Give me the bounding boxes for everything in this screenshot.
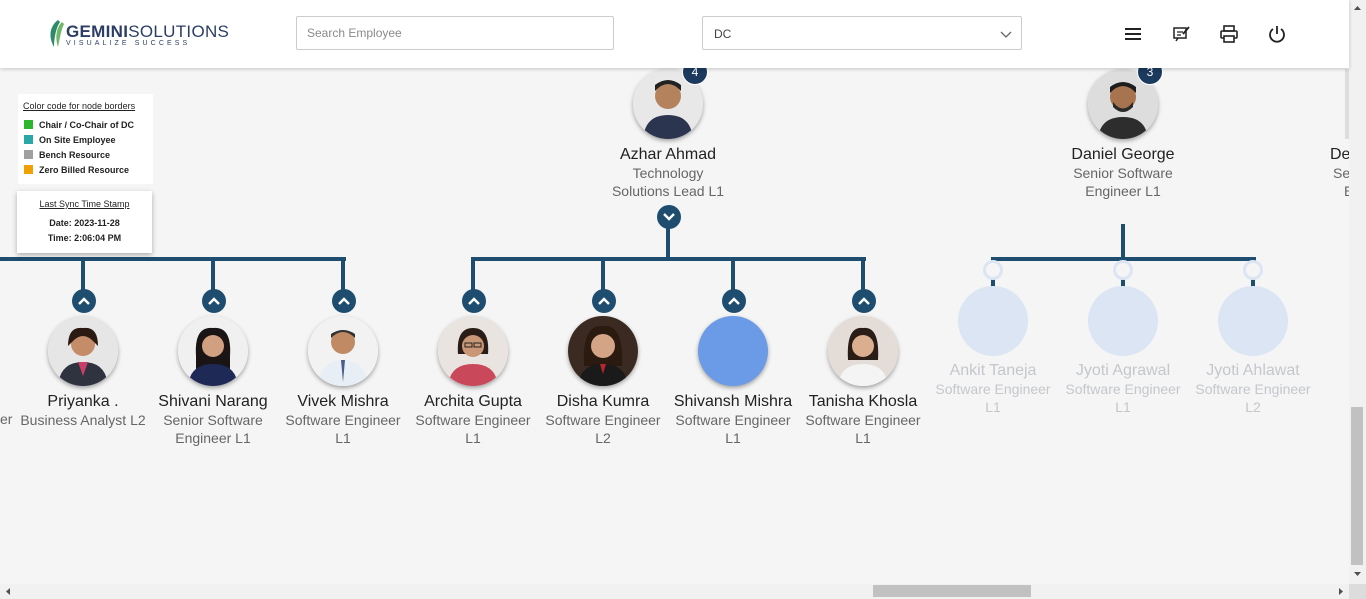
- scroll-left-arrow-icon[interactable]: [2, 584, 14, 599]
- employee-role: Business Analyst L2: [20, 412, 146, 428]
- legend-item-bench: Bench Resource: [24, 150, 110, 160]
- scroll-down-arrow-icon[interactable]: [1349, 568, 1366, 580]
- employee-name: Azhar Ahmad: [619, 146, 717, 163]
- chevron-up-icon: [858, 297, 870, 305]
- avatar: [438, 316, 508, 386]
- employee-role: Software Engineer L1: [935, 381, 1051, 415]
- sync-timestamp-card: Last Sync Time Stamp Date: 2023-11-28 Ti…: [17, 191, 152, 253]
- connector-line: [601, 257, 605, 291]
- brand-name: GEMINISOLUTIONS: [66, 22, 230, 41]
- sync-time: Time: 2:06:04 PM: [47, 233, 122, 243]
- expand-toggle[interactable]: [852, 289, 876, 313]
- employee-role: Software Engineer L1: [805, 412, 921, 446]
- expand-toggle[interactable]: [462, 289, 486, 313]
- vertical-scroll-thumb[interactable]: [1351, 407, 1363, 565]
- avatar: [568, 316, 638, 386]
- employee-role: Technology Solutions Lead L1: [611, 165, 725, 199]
- employee-role: Senior Software Engineer L1: [163, 412, 263, 446]
- chevron-up-icon: [598, 297, 610, 305]
- sync-date: Date: 2023-11-28: [49, 218, 120, 228]
- connector-line: [1121, 224, 1125, 259]
- chevron-up-icon: [338, 297, 350, 305]
- leaf-logo-icon: [50, 20, 64, 47]
- feedback-icon[interactable]: [1171, 24, 1191, 44]
- connector-line: [861, 257, 865, 291]
- avatar: [48, 316, 118, 386]
- legend-title: Color code for node borders: [23, 101, 136, 111]
- employee-name: Jyoti Ahlawat: [1206, 362, 1300, 379]
- horizontal-scrollbar[interactable]: [0, 584, 1349, 599]
- avatar-placeholder: [1088, 286, 1158, 356]
- legend-item-zero-billed: Zero Billed Resource: [24, 165, 129, 175]
- legend-item-onsite: On Site Employee: [24, 135, 116, 145]
- connector-line: [471, 257, 475, 291]
- employee-name: De: [1330, 146, 1351, 163]
- scroll-up-arrow-icon[interactable]: [1349, 2, 1366, 14]
- connector-line: [471, 257, 866, 261]
- chevron-up-icon: [78, 297, 90, 305]
- connector-line: [0, 257, 346, 261]
- department-select-value: DC: [714, 27, 732, 41]
- top-header: GEMINISOLUTIONS VISUALIZE SUCCESS DC: [0, 0, 1349, 68]
- avatar-placeholder: [1218, 286, 1288, 356]
- chevron-up-icon: [728, 297, 740, 305]
- employee-role: Software Engineer L1: [285, 412, 401, 446]
- connector-line: [731, 257, 735, 291]
- employee-role: Software Engineer L2: [1195, 381, 1311, 415]
- collapse-toggle[interactable]: [657, 205, 681, 229]
- expand-toggle[interactable]: [592, 289, 616, 313]
- avatar: [178, 316, 248, 386]
- employee-role: Software Engineer L1: [675, 412, 791, 446]
- department-select[interactable]: DC: [702, 16, 1022, 50]
- print-icon[interactable]: [1219, 24, 1239, 44]
- chevron-up-icon: [468, 297, 480, 305]
- vertical-scrollbar[interactable]: [1349, 0, 1366, 584]
- employee-name: Tanisha Khosla: [808, 393, 918, 410]
- brand-tagline: VISUALIZE SUCCESS: [66, 40, 191, 47]
- avatar: [828, 316, 898, 386]
- employee-role: Software Engineer L1: [1065, 381, 1181, 415]
- employee-role: Software Engineer L2: [545, 412, 661, 446]
- sync-title: Last Sync Time Stamp: [39, 199, 130, 209]
- color-legend: Color code for node borders Chair / Co-C…: [18, 94, 153, 184]
- horizontal-scroll-thumb[interactable]: [873, 585, 1031, 597]
- connector-line: [666, 228, 670, 259]
- expand-toggle[interactable]: [1243, 260, 1263, 280]
- expand-toggle[interactable]: [983, 260, 1003, 280]
- employee-name: Daniel George: [1071, 146, 1175, 163]
- expand-toggle[interactable]: [202, 289, 226, 313]
- search-employee-input[interactable]: [296, 16, 614, 50]
- gemini-logo[interactable]: GEMINISOLUTIONS VISUALIZE SUCCESS: [46, 18, 229, 50]
- connector-line: [211, 257, 215, 291]
- employee-role: Senior Software Engineer L1: [1073, 165, 1173, 199]
- connector-line: [81, 257, 85, 291]
- avatar-placeholder: [958, 286, 1028, 356]
- legend-item-chair: Chair / Co-Chair of DC: [24, 120, 134, 130]
- power-icon[interactable]: [1267, 24, 1287, 44]
- menu-icon[interactable]: [1123, 24, 1143, 44]
- employee-role-partial: er: [0, 411, 13, 427]
- scrollbar-corner: [1349, 584, 1366, 599]
- employee-role: Software Engineer L1: [415, 412, 531, 446]
- expand-toggle[interactable]: [332, 289, 356, 313]
- scroll-right-arrow-icon[interactable]: [1335, 584, 1347, 599]
- chevron-down-icon: [663, 213, 675, 221]
- expand-toggle[interactable]: [1113, 260, 1133, 280]
- expand-toggle[interactable]: [72, 289, 96, 313]
- chevron-down-icon: [1000, 31, 1012, 38]
- avatar-placeholder: [698, 316, 768, 386]
- connector-line: [341, 257, 345, 291]
- chevron-up-icon: [208, 297, 220, 305]
- avatar: [308, 316, 378, 386]
- expand-toggle[interactable]: [722, 289, 746, 313]
- employee-role: Se: [1333, 165, 1351, 181]
